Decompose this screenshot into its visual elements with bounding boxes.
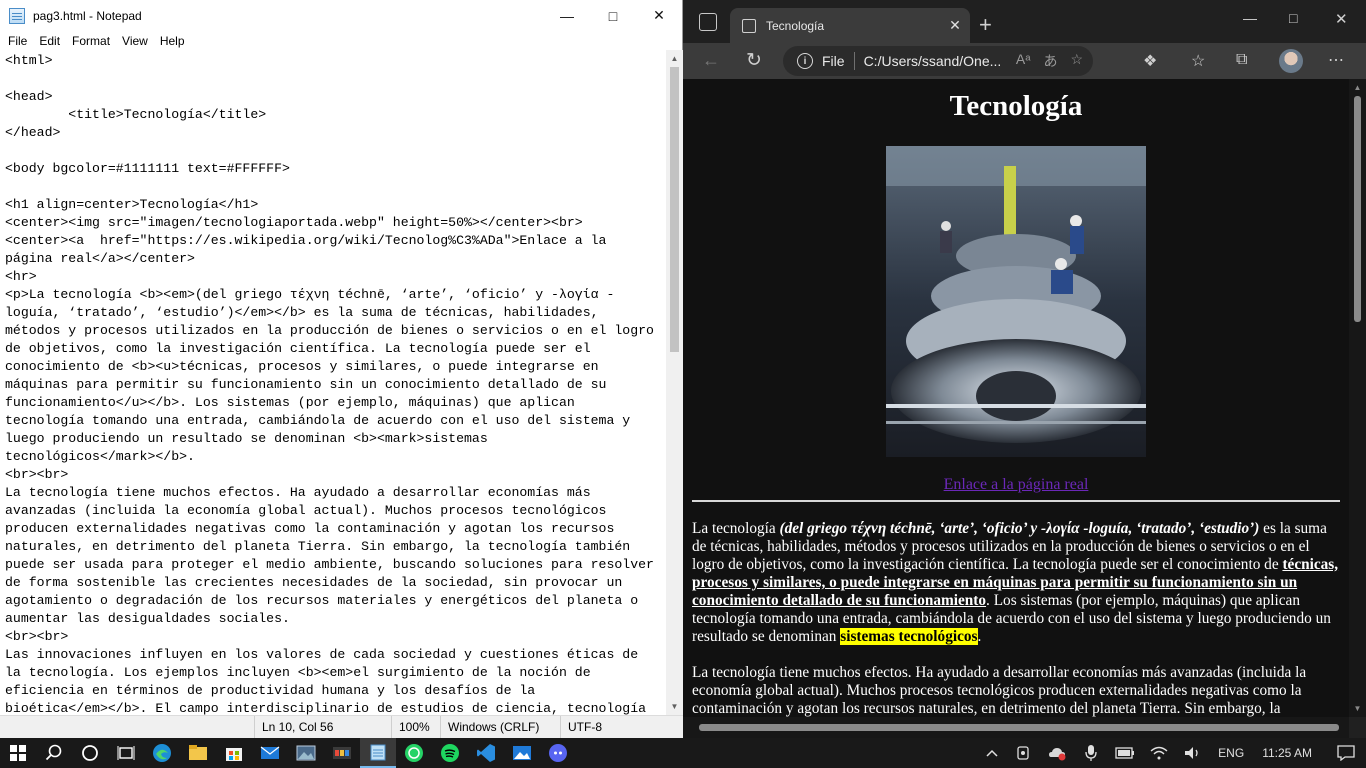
- status-encoding: UTF-8: [560, 715, 683, 739]
- rendered-page: Tecnología Enlace a la página real La te…: [683, 90, 1349, 717]
- page-viewport: Tecnología Enlace a la página real La te…: [683, 79, 1349, 717]
- profile-avatar[interactable]: [1279, 49, 1303, 73]
- whatsapp-icon[interactable]: [396, 738, 432, 768]
- paragraph-1: La tecnología (del griego τέχνη téchnē, …: [692, 520, 1339, 645]
- volume-icon[interactable]: [1176, 738, 1210, 768]
- start-windows-icon[interactable]: [0, 738, 36, 768]
- menu-view[interactable]: View: [116, 34, 154, 48]
- address-bar[interactable]: i File C:/Users/ssand/One... Aᵃ あ ☆: [783, 46, 1093, 76]
- scroll-down-icon[interactable]: ▼: [666, 698, 683, 715]
- search-icon[interactable]: [36, 738, 72, 768]
- maximize-button[interactable]: □: [590, 0, 636, 31]
- task-view-icon[interactable]: [108, 738, 144, 768]
- photo-viewer-icon[interactable]: [504, 738, 540, 768]
- notepad-vertical-scrollbar[interactable]: ▲ ▼: [666, 50, 683, 715]
- scroll-up-icon[interactable]: ▲: [666, 50, 683, 67]
- page-heading: Tecnología: [949, 90, 1083, 122]
- address-url[interactable]: C:/Users/ssand/One...: [864, 53, 1002, 69]
- tab-actions-icon[interactable]: [699, 13, 717, 31]
- mail-icon[interactable]: [252, 738, 288, 768]
- menu-edit[interactable]: Edit: [33, 34, 66, 48]
- minimize-button[interactable]: —: [544, 0, 590, 31]
- show-hidden-icons-chevron-up-icon[interactable]: [978, 738, 1006, 768]
- language-indicator[interactable]: ENG: [1210, 746, 1256, 760]
- favorites-icon[interactable]: ☆: [1191, 51, 1205, 71]
- notifications-icon[interactable]: [1326, 738, 1366, 768]
- notepad-scroll-thumb[interactable]: [670, 67, 679, 352]
- notepad-status-bar: Ln 10, Col 56 100% Windows (CRLF) UTF-8: [0, 715, 683, 739]
- add-favorite-icon[interactable]: ☆: [1070, 51, 1083, 71]
- close-button[interactable]: ✕: [636, 0, 682, 31]
- office-app-icon[interactable]: [324, 738, 360, 768]
- edge-icon[interactable]: [144, 738, 180, 768]
- notepad-titlebar[interactable]: pag3.html - Notepad — □ ✕: [0, 0, 682, 31]
- read-aloud-icon[interactable]: Aᵃ: [1016, 51, 1031, 71]
- browser-window: Tecnología ✕ + — □ ✕ ← ↻ i File C:/Users…: [683, 0, 1366, 738]
- page-hscroll-thumb[interactable]: [699, 724, 1339, 731]
- browser-minimize-button[interactable]: —: [1243, 10, 1257, 26]
- info-icon[interactable]: i: [797, 53, 813, 69]
- discord-icon[interactable]: [540, 738, 576, 768]
- wikipedia-link[interactable]: Enlace a la página real: [944, 476, 1089, 493]
- file-explorer-icon[interactable]: [180, 738, 216, 768]
- browser-toolbar: ← ↻ i File C:/Users/ssand/One... Aᵃ あ ☆ …: [683, 43, 1366, 79]
- notepad-text-area[interactable]: <html> <head> <title>Tecnología</title> …: [0, 50, 666, 715]
- tab-tecnologia[interactable]: Tecnología ✕: [730, 8, 970, 43]
- page-scroll-thumb[interactable]: [1354, 96, 1361, 322]
- network-wifi-icon[interactable]: [1142, 738, 1176, 768]
- back-arrow-icon[interactable]: ←: [702, 50, 720, 71]
- page-icon: [742, 18, 756, 33]
- clock[interactable]: 11:25 AM: [1256, 746, 1326, 760]
- menu-format[interactable]: Format: [66, 34, 116, 48]
- refresh-icon[interactable]: ↻: [746, 49, 762, 72]
- battery-icon[interactable]: [1108, 738, 1142, 768]
- greek-etymology: (del griego τέχνη téchnē, ‘arte’, ‘ofici…: [779, 520, 1260, 537]
- extensions-icon[interactable]: ❖: [1143, 51, 1157, 71]
- onedrive-error-icon[interactable]: [1040, 738, 1074, 768]
- spotify-icon[interactable]: [432, 738, 468, 768]
- browser-close-button[interactable]: ✕: [1335, 10, 1348, 28]
- horizontal-rule: [692, 500, 1340, 502]
- page-scroll-down-icon[interactable]: ▼: [1349, 700, 1366, 717]
- paragraph-2: La tecnología tiene muchos efectos. Ha a…: [692, 664, 1307, 717]
- browser-horizontal-scrollbar[interactable]: [683, 717, 1349, 738]
- highlighted-text: sistemas tecnológicos: [840, 628, 978, 645]
- page-scroll-up-icon[interactable]: ▲: [1349, 79, 1366, 96]
- notepad-content[interactable]: <html> <head> <title>Tecnología</title> …: [5, 52, 666, 715]
- notepad-window: pag3.html - Notepad — □ ✕ File Edit Form…: [0, 0, 683, 739]
- tab-close-icon[interactable]: ✕: [940, 17, 970, 34]
- menu-file[interactable]: File: [2, 34, 33, 48]
- turbine-image: [886, 146, 1146, 457]
- meet-now-icon[interactable]: [1006, 738, 1040, 768]
- status-cursor-position: Ln 10, Col 56: [254, 715, 391, 739]
- notepad-taskbar-icon[interactable]: [360, 738, 396, 768]
- tab-title: Tecnología: [766, 18, 825, 33]
- notepad-app-icon: [9, 7, 25, 24]
- browser-maximize-button[interactable]: □: [1289, 10, 1297, 26]
- translate-icon[interactable]: あ: [1043, 51, 1057, 71]
- browser-tab-bar: Tecnología ✕ + — □ ✕: [683, 0, 1366, 43]
- cortana-icon[interactable]: [72, 738, 108, 768]
- store-icon[interactable]: [216, 738, 252, 768]
- new-tab-icon[interactable]: +: [979, 12, 992, 38]
- more-options-icon[interactable]: ⋯: [1328, 50, 1344, 70]
- windows-taskbar: ENG 11:25 AM: [0, 738, 1366, 768]
- browser-vertical-scrollbar[interactable]: ▲ ▼: [1349, 79, 1366, 717]
- collections-icon[interactable]: ⧉: [1236, 51, 1247, 69]
- photos-icon[interactable]: [288, 738, 324, 768]
- vscode-icon[interactable]: [468, 738, 504, 768]
- status-zoom: 100%: [391, 715, 440, 739]
- menu-help[interactable]: Help: [154, 34, 191, 48]
- address-protocol: File: [822, 53, 845, 69]
- notepad-menubar: File Edit Format View Help: [0, 31, 682, 50]
- microphone-icon[interactable]: [1074, 738, 1108, 768]
- notepad-window-title: pag3.html - Notepad: [33, 8, 142, 23]
- status-line-ending: Windows (CRLF): [440, 715, 560, 739]
